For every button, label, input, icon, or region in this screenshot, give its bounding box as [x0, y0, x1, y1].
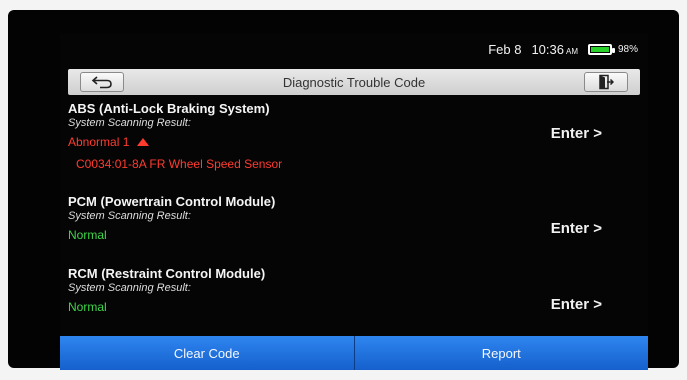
- module-pcm: PCM (Powertrain Control Module) System S…: [68, 194, 628, 242]
- time-value: 10:36: [531, 41, 564, 57]
- module-status: Normal: [68, 300, 107, 314]
- module-name: PCM (Powertrain Control Module): [68, 194, 276, 209]
- module-scan-label: System Scanning Result:: [68, 117, 191, 129]
- module-scan-label: System Scanning Result:: [68, 210, 191, 222]
- back-button[interactable]: [80, 72, 124, 92]
- module-rcm: RCM (Restraint Control Module) System Sc…: [68, 266, 628, 314]
- screen: Feb 8 10:36 AM 98% Diagnostic Trouble Cod…: [60, 34, 648, 370]
- status-date: Feb 8: [488, 41, 522, 57]
- clear-code-button[interactable]: Clear Code: [60, 336, 354, 370]
- title-bar: Diagnostic Trouble Code: [68, 69, 640, 95]
- module-name: ABS (Anti-Lock Braking System): [68, 101, 270, 116]
- status-bar: Feb 8 10:36 AM 98%: [60, 34, 648, 64]
- module-abs: ABS (Anti-Lock Braking System) System Sc…: [68, 101, 628, 171]
- report-button[interactable]: Report: [353, 336, 648, 370]
- enter-button-abs[interactable]: Enter >: [551, 125, 602, 142]
- module-scan-label: System Scanning Result:: [68, 282, 191, 294]
- status-time: 10:36 AM: [531, 42, 578, 57]
- module-status: Normal: [68, 228, 107, 242]
- back-arrow-icon: [91, 76, 112, 89]
- exit-button[interactable]: [584, 72, 628, 92]
- page-title: Diagnostic Trouble Code: [282, 74, 426, 90]
- module-status: Abnormal 1: [68, 135, 628, 149]
- scan-tool-device: Feb 8 10:36 AM 98% Diagnostic Trouble Cod…: [8, 10, 679, 370]
- battery-indicator: 98%: [587, 43, 638, 55]
- status-text: Abnormal 1: [68, 135, 130, 149]
- expand-triangle-icon[interactable]: [137, 138, 150, 146]
- battery-percent: 98%: [617, 43, 638, 55]
- dtc-entry[interactable]: C0034:01-8A FR Wheel Speed Sensor: [76, 157, 628, 171]
- battery-icon: [587, 43, 615, 55]
- exit-door-icon: [599, 74, 614, 90]
- time-ampm: AM: [565, 46, 578, 56]
- module-name: RCM (Restraint Control Module): [68, 266, 266, 281]
- enter-button-rcm[interactable]: Enter >: [551, 296, 602, 313]
- action-bar: Clear Code Report: [60, 336, 648, 370]
- enter-button-pcm[interactable]: Enter >: [551, 220, 602, 237]
- battery-fill: [590, 46, 609, 52]
